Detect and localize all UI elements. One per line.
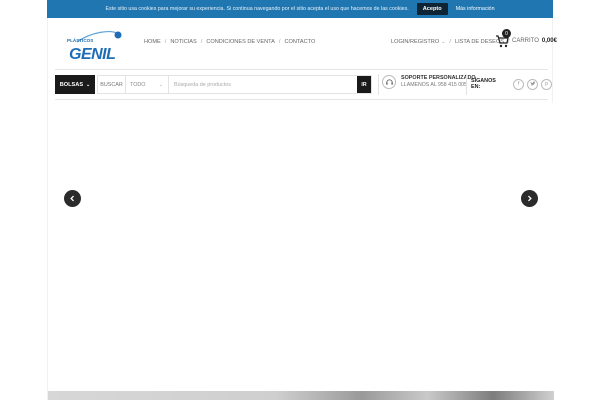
support-text: SOPORTE PERSONALIZADO LLAMENOS AL 958 41…: [401, 75, 476, 89]
chevron-left-icon: [70, 195, 74, 202]
logo-small-text: PLÁSTICOS: [67, 37, 93, 43]
chevron-down-icon: ⌄: [441, 39, 446, 45]
cookie-more-info-link[interactable]: Más información: [456, 6, 495, 12]
category-menu-label: BOLSAS: [59, 81, 84, 88]
hero-slider: [48, 103, 554, 391]
page-container: PLÁSTICOS GENIL HOME / NOTICIAS / CONDIC…: [47, 0, 557, 400]
slider-prev-button[interactable]: [64, 190, 81, 207]
user-links-separator: /: [449, 39, 451, 45]
search-divider: [55, 99, 548, 100]
chevron-down-icon: ⌄: [158, 81, 163, 88]
vertical-divider: [466, 74, 467, 95]
search-label: BUSCAR: [98, 76, 126, 93]
support-phone: LLAMENOS AL 958 415 005: [401, 82, 467, 89]
cookie-accept-button[interactable]: Acepto: [416, 3, 448, 15]
search-input[interactable]: [169, 76, 357, 93]
main-nav: HOME / NOTICIAS / CONDICIONES DE VENTA /…: [144, 39, 315, 45]
login-label: LOGIN/REGISTRO: [391, 39, 440, 45]
social-links: SÍGANOS EN: f p: [471, 78, 552, 90]
site-logo[interactable]: PLÁSTICOS GENIL: [61, 28, 133, 64]
chevron-right-icon: [528, 195, 532, 202]
nav-home[interactable]: HOME: [144, 39, 161, 45]
header-divider: [55, 69, 548, 70]
search-category-value: TODO: [130, 81, 146, 88]
cookie-notice-bar: Este sitio usa cookies para mejorar su e…: [47, 0, 553, 18]
product-search: BUSCAR TODO ⌄ IR: [97, 75, 372, 94]
slider-next-button[interactable]: [521, 190, 538, 207]
cart-icon: 0: [495, 29, 511, 48]
twitter-icon[interactable]: [527, 78, 539, 90]
support-title: SOPORTE PERSONALIZADO: [401, 75, 476, 81]
nav-separator: /: [164, 39, 167, 45]
search-category-select[interactable]: TODO ⌄: [126, 76, 169, 93]
cart-label: CARRITO: [512, 38, 539, 44]
nav-separator: /: [278, 39, 281, 45]
facebook-icon[interactable]: f: [513, 78, 525, 90]
chevron-down-icon: ⌄: [86, 81, 91, 88]
login-link[interactable]: LOGIN/REGISTRO ⌄: [391, 39, 445, 45]
cart-button[interactable]: 0 CARRITO 0,00€: [495, 29, 557, 48]
logo-graphic: PLÁSTICOS GENIL: [67, 31, 122, 63]
cart-count-badge: 0: [502, 29, 511, 38]
nav-noticias[interactable]: NOTICIAS: [170, 39, 196, 45]
logo-big-text: GENIL: [69, 46, 115, 63]
pinterest-icon[interactable]: p: [541, 78, 552, 90]
vertical-divider: [378, 74, 379, 95]
nav-separator: /: [200, 39, 203, 45]
headset-icon: [382, 75, 396, 90]
nav-contacto[interactable]: CONTACTO: [284, 39, 315, 45]
support-block: SOPORTE PERSONALIZADO LLAMENOS AL 958 41…: [382, 75, 476, 90]
banner-image-strip: [48, 391, 554, 400]
cookie-notice-text: Este sitio usa cookies para mejorar su e…: [105, 6, 409, 12]
category-menu-button[interactable]: BOLSAS ⌄: [55, 75, 95, 94]
nav-condiciones[interactable]: CONDICIONES DE VENTA: [206, 39, 275, 45]
social-label: SÍGANOS EN:: [471, 78, 496, 90]
cart-total: 0,00€: [541, 38, 557, 44]
search-submit-button[interactable]: IR: [357, 76, 371, 93]
